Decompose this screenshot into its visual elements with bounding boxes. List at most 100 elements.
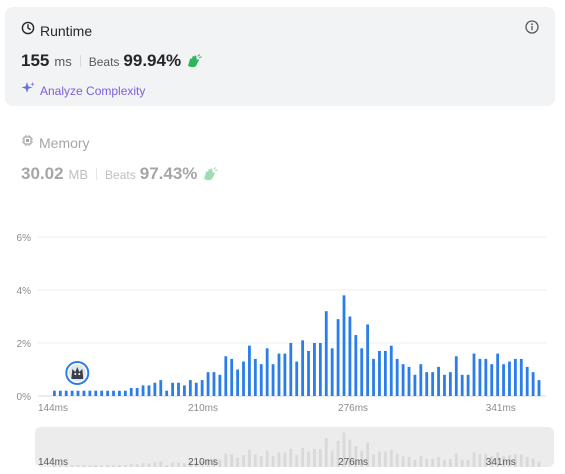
histogram-bar[interactable] [537,380,541,396]
histogram-bar[interactable] [448,372,452,396]
histogram-bar[interactable] [82,390,86,396]
histogram-bar[interactable] [106,390,109,396]
histogram-bar[interactable] [129,388,133,396]
histogram-bar[interactable] [135,388,139,396]
histogram-bar[interactable] [212,372,216,396]
histogram-bar[interactable] [354,335,358,396]
x-tick-label: 341ms [486,403,516,414]
histogram-bar[interactable] [188,380,192,396]
histogram-bar[interactable] [94,390,98,396]
histogram-bar[interactable] [366,324,370,396]
mini-bar [106,465,109,467]
histogram-bar[interactable] [336,319,340,396]
memory-header[interactable]: Memory [21,134,90,152]
histogram-bar[interactable] [519,358,523,396]
histogram-bar[interactable] [171,382,174,396]
histogram-bar[interactable] [484,358,488,396]
histogram-bar[interactable] [177,382,180,396]
histogram-bar[interactable] [401,364,405,396]
histogram-bar[interactable] [425,372,429,396]
info-icon[interactable] [525,20,539,34]
histogram-bar[interactable] [395,358,399,396]
histogram-bar[interactable] [383,350,387,396]
histogram-bar[interactable] [307,350,310,396]
histogram-bar[interactable] [407,366,411,396]
histogram-bar[interactable] [478,358,482,396]
histogram-bar[interactable] [431,372,435,396]
mini-bar [301,447,305,467]
runtime-distribution-chart[interactable]: 0% 2% 4% 6% 144ms 210ms 276ms 341ms [0,220,565,420]
histogram-bar[interactable] [183,385,186,396]
mini-bar [100,465,104,467]
histogram-bar[interactable] [313,343,316,396]
analyze-complexity-button[interactable]: Analyze Complexity [21,81,145,100]
histogram-bar[interactable] [460,374,464,396]
histogram-bar[interactable] [224,356,228,396]
histogram-bar[interactable] [64,390,68,396]
histogram-bar[interactable] [419,364,423,396]
histogram-bar[interactable] [437,366,440,396]
histogram-bar[interactable] [342,295,346,396]
histogram-bar[interactable] [141,385,145,396]
histogram-bar[interactable] [265,348,269,396]
histogram-bar[interactable] [502,364,505,396]
histogram-bar[interactable] [466,374,470,396]
histogram-bar[interactable] [70,390,74,396]
histogram-bar[interactable] [277,353,281,396]
histogram-bar[interactable] [389,345,393,396]
histogram-bar[interactable] [118,390,121,396]
runtime-card[interactable]: Runtime 155 ms Beats 99.94% Analyze Comp… [5,7,555,106]
histogram-bar[interactable] [324,311,328,396]
histogram-bar[interactable] [159,380,163,396]
mini-bar [313,448,316,467]
histogram-bar[interactable] [253,358,257,396]
histogram-bar[interactable] [53,390,56,396]
histogram-bar[interactable] [194,382,198,396]
avatar[interactable] [65,361,90,385]
histogram-bar[interactable] [413,374,417,396]
histogram-bar[interactable] [454,356,458,396]
histogram-bar[interactable] [236,369,240,397]
histogram-bar[interactable] [496,353,500,396]
histogram-bar[interactable] [123,390,127,396]
histogram-bar[interactable] [490,364,494,396]
histogram-bar[interactable] [100,390,104,396]
histogram-bar[interactable] [443,374,446,396]
mini-bar [454,453,458,467]
histogram-bar[interactable] [301,340,305,396]
histogram-bar[interactable] [218,374,222,396]
histogram-bar[interactable] [153,382,157,396]
histogram-bar[interactable] [242,361,245,396]
histogram-bar[interactable] [58,390,62,396]
histogram-bar[interactable] [372,358,375,396]
histogram-bar[interactable] [271,364,275,396]
histogram-bar[interactable] [165,390,169,396]
histogram-bar[interactable] [531,372,535,396]
mini-bar [259,456,263,467]
histogram-bar[interactable] [295,361,299,396]
histogram-bar[interactable] [248,345,251,396]
histogram-bar[interactable] [508,361,511,396]
histogram-bar[interactable] [112,390,115,396]
range-slider-minichart[interactable]: 144ms 210ms 276ms 341ms [0,427,565,467]
mini-bar [413,459,417,467]
histogram-bar[interactable] [525,366,529,396]
histogram-bar[interactable] [76,390,80,396]
histogram-bar[interactable] [283,353,287,396]
histogram-bar[interactable] [147,385,151,396]
histogram-bar[interactable] [230,358,234,396]
histogram-bar[interactable] [378,350,381,396]
histogram-bar[interactable] [360,348,364,396]
histogram-bar[interactable] [206,372,210,396]
histogram-bar[interactable] [88,390,92,396]
histogram-bar[interactable] [259,364,263,396]
mini-bar [289,448,293,467]
histogram-bar[interactable] [289,343,293,396]
histogram-bar[interactable] [513,358,517,396]
histogram-bar[interactable] [318,343,322,396]
histogram-bar[interactable] [348,316,352,397]
histogram-bar[interactable] [472,353,476,396]
mini-bar [88,465,92,467]
histogram-bar[interactable] [330,348,334,396]
histogram-bar[interactable] [200,380,204,396]
